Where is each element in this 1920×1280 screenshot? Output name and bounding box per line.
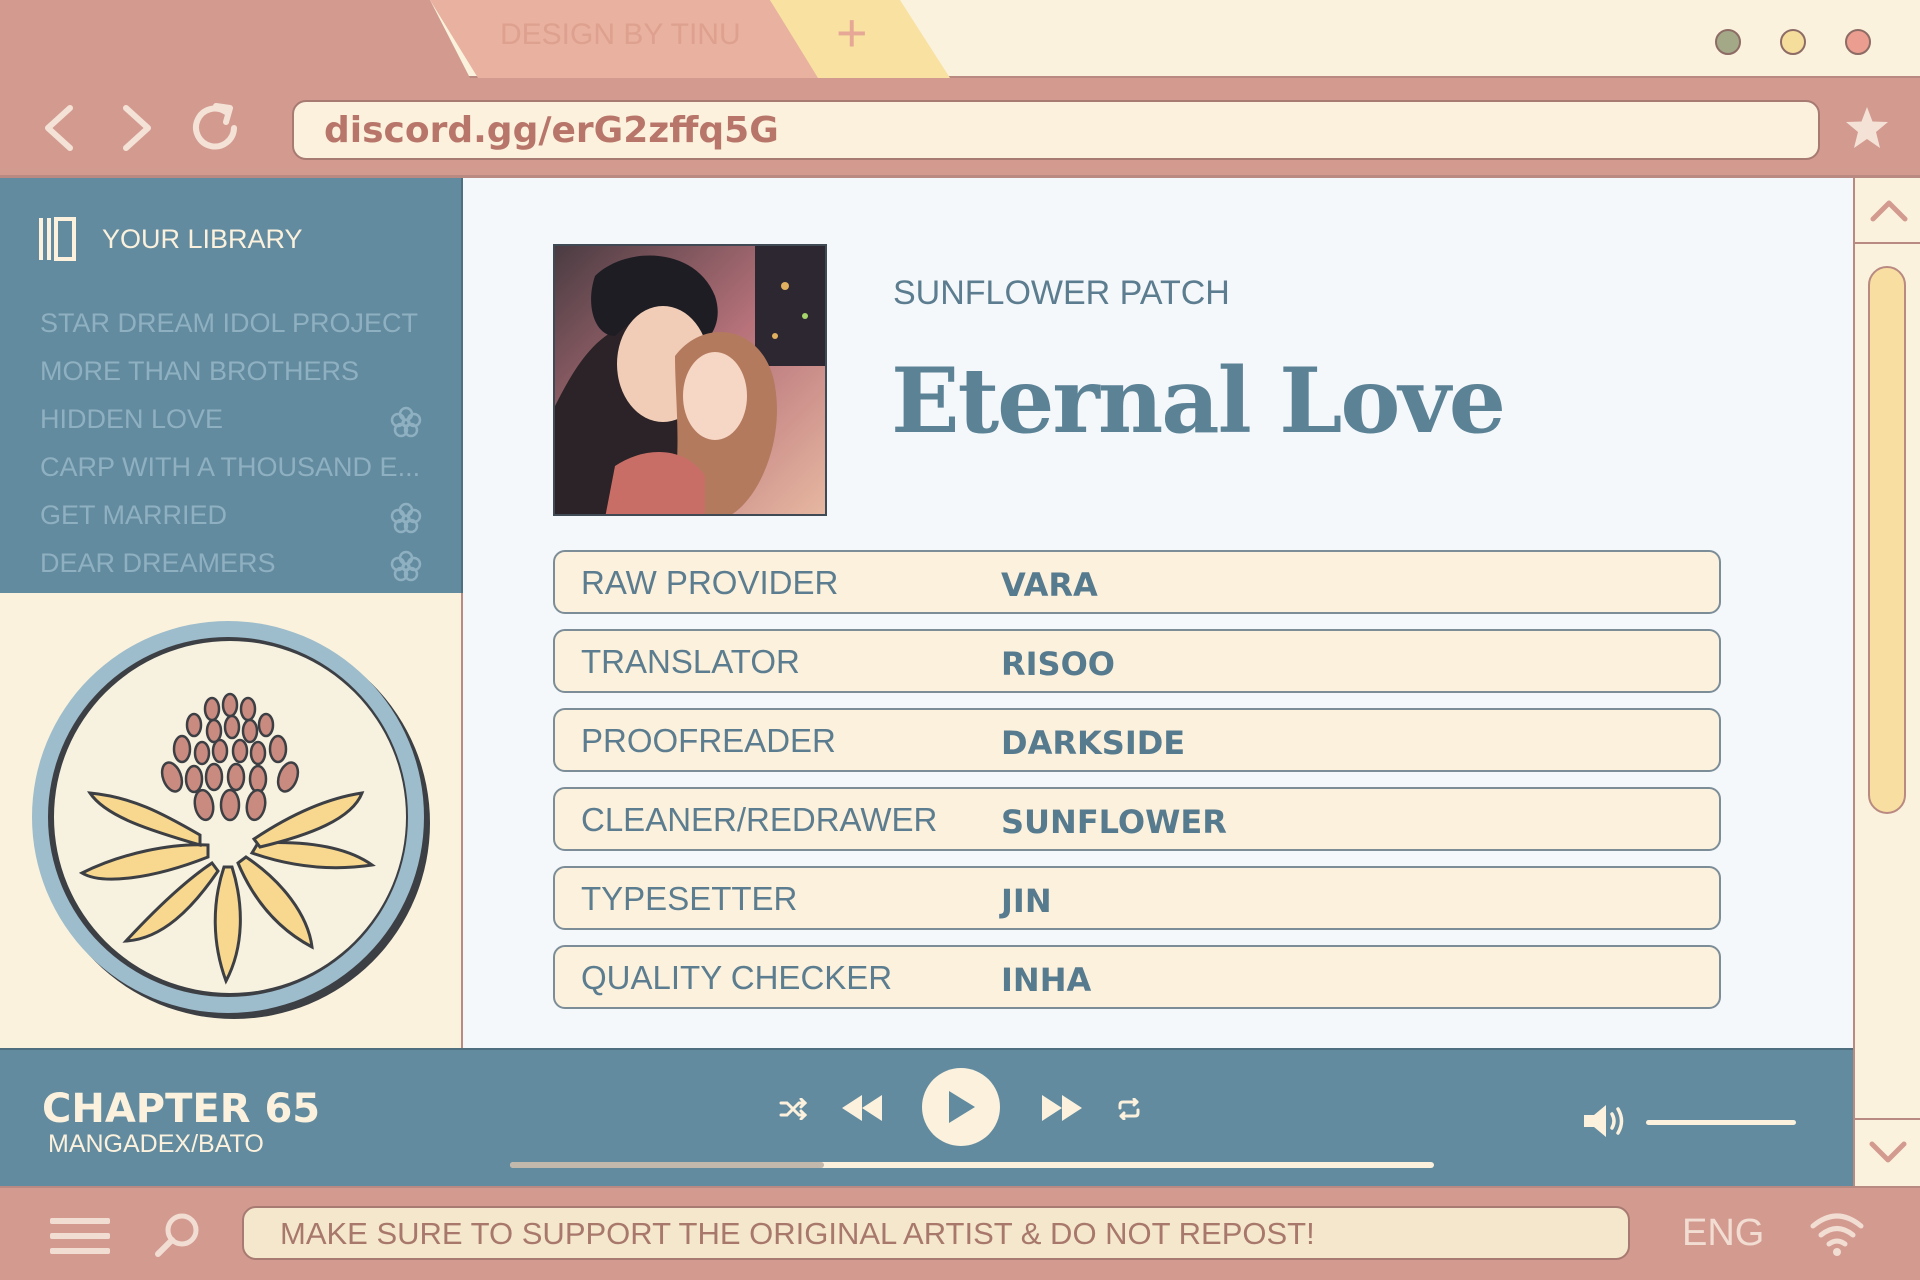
chevron-right-icon: [123, 105, 151, 151]
status-bar: MAKE SURE TO SUPPORT THE ORIGINAL ARTIST…: [0, 1186, 1920, 1280]
scroll-up-button[interactable]: [1855, 178, 1920, 244]
library-item[interactable]: DEAR DREAMERS: [40, 548, 440, 588]
library-header[interactable]: YOUR LIBRARY: [38, 216, 303, 262]
flower-icon: [390, 550, 422, 582]
credit-role: PROOFREADER: [581, 722, 836, 759]
plus-icon: +: [836, 3, 868, 63]
fast-forward-icon: [1042, 1095, 1082, 1121]
repeat-button[interactable]: [1112, 1094, 1146, 1124]
chapter-label: CHAPTER 65: [42, 1086, 321, 1132]
cover-image: [553, 244, 827, 516]
wifi-indicator[interactable]: [1810, 1212, 1864, 1260]
tab-design-label: DESIGN BY TINU: [500, 18, 741, 51]
credit-name: SUNFLOWER: [1001, 803, 1227, 841]
chevron-up-icon: [1870, 200, 1907, 222]
hamburger-icon: [50, 1218, 110, 1254]
maximize-button[interactable]: [1780, 29, 1806, 55]
library-title: YOUR LIBRARY: [102, 223, 303, 254]
tab-design[interactable]: DESIGN BY TINU: [430, 0, 820, 78]
shuffle-icon: [779, 1098, 808, 1120]
credit-role: TRANSLATOR: [581, 643, 800, 680]
notice-bar: MAKE SURE TO SUPPORT THE ORIGINAL ARTIST…: [242, 1206, 1630, 1260]
play-icon: [949, 1091, 975, 1123]
volume-slider[interactable]: [1646, 1120, 1796, 1125]
library-item-label: MORE THAN BROTHERS: [40, 356, 360, 386]
main-content: SUNFLOWER PATCH Eternal Love RAW PROVIDE…: [463, 178, 1853, 1048]
scrollbar[interactable]: [1853, 178, 1920, 1048]
library-item-label: CARP WITH A THOUSAND E...: [40, 452, 421, 482]
credit-name: INHA: [1001, 961, 1092, 999]
volume-button[interactable]: [1580, 1098, 1632, 1144]
scrollbar-lower-track: [1853, 1048, 1920, 1118]
credit-role: TYPESETTER: [581, 880, 798, 917]
group-name: SUNFLOWER PATCH: [893, 274, 1230, 312]
reload-icon: [193, 103, 237, 150]
progress-fill: [510, 1162, 825, 1168]
credit-role: RAW PROVIDER: [581, 564, 839, 601]
credit-row: CLEANER/REDRAWER SUNFLOWER: [553, 787, 1721, 851]
library-panel: YOUR LIBRARY STAR DREAM IDOL PROJECT MOR…: [0, 178, 463, 593]
address-text: discord.gg/erG2zffq5G: [324, 110, 779, 151]
library-icon: [39, 217, 76, 261]
notice-text: MAKE SURE TO SUPPORT THE ORIGINAL ARTIST…: [280, 1216, 1315, 1251]
credit-row: TYPESETTER JIN: [553, 866, 1721, 930]
chevron-left-icon: [45, 105, 73, 151]
credit-row: PROOFREADER DARKSIDE: [553, 708, 1721, 772]
library-item-label: GET MARRIED: [40, 500, 228, 530]
play-button[interactable]: [922, 1068, 1000, 1146]
library-item[interactable]: HIDDEN LOVE: [40, 404, 440, 444]
progress-bar[interactable]: [510, 1162, 1434, 1168]
star-icon: [1846, 107, 1888, 148]
close-button[interactable]: [1845, 29, 1871, 55]
shuffle-button[interactable]: [776, 1094, 812, 1124]
library-item[interactable]: CARP WITH A THOUSAND E...: [40, 452, 440, 492]
library-item-label: DEAR DREAMERS: [40, 548, 276, 578]
tab-strip: DESIGN BY TINU +: [0, 0, 1920, 78]
flower-icon: [390, 502, 422, 534]
library-item[interactable]: STAR DREAM IDOL PROJECT: [40, 308, 440, 348]
library-item-label: HIDDEN LOVE: [40, 404, 224, 434]
credit-role: CLEANER/REDRAWER: [581, 801, 938, 838]
speaker-icon: [1584, 1105, 1624, 1137]
bookmark-button[interactable]: [1835, 96, 1899, 160]
source-label: MANGADEX/BATO: [48, 1130, 264, 1158]
credit-row: TRANSLATOR RISOO: [553, 629, 1721, 693]
flower-icon: [390, 406, 422, 438]
language-indicator[interactable]: ENG: [1682, 1212, 1764, 1255]
next-button[interactable]: [1038, 1088, 1086, 1128]
series-title: Eternal Love: [891, 348, 1506, 454]
credit-name: VARA: [1001, 566, 1098, 604]
navigation-bar: discord.gg/erG2zffq5G: [0, 78, 1920, 178]
back-button[interactable]: [26, 96, 90, 160]
scroll-down-button[interactable]: [1853, 1118, 1920, 1186]
search-icon: [155, 1213, 199, 1257]
previous-button[interactable]: [838, 1088, 886, 1128]
minimize-button[interactable]: [1715, 29, 1741, 55]
credit-row: RAW PROVIDER VARA: [553, 550, 1721, 614]
cover-art: [555, 246, 825, 514]
tab-blank[interactable]: [0, 0, 470, 78]
library-item[interactable]: MORE THAN BROTHERS: [40, 356, 440, 396]
logo-panel: [0, 593, 463, 1048]
credit-name: JIN: [1001, 882, 1052, 920]
library-item-label: STAR DREAM IDOL PROJECT: [40, 308, 419, 338]
reload-button[interactable]: [184, 96, 248, 160]
address-bar[interactable]: discord.gg/erG2zffq5G: [292, 100, 1820, 160]
credit-role: QUALITY CHECKER: [581, 959, 893, 996]
menu-button[interactable]: [50, 1216, 110, 1260]
chevron-down-icon: [1869, 1141, 1906, 1163]
wifi-icon: [1810, 1213, 1864, 1256]
repeat-icon: [1118, 1098, 1140, 1120]
player-bar: CHAPTER 65 MANGADEX/BATO: [0, 1048, 1853, 1186]
search-button[interactable]: [154, 1210, 202, 1262]
library-item[interactable]: GET MARRIED: [40, 500, 440, 540]
sunflower-logo: [32, 621, 430, 1019]
credit-name: DARKSIDE: [1001, 724, 1186, 762]
forward-button[interactable]: [106, 96, 170, 160]
scroll-thumb[interactable]: [1868, 266, 1906, 814]
credit-name: RISOO: [1001, 645, 1115, 683]
credit-row: QUALITY CHECKER INHA: [553, 945, 1721, 1009]
rewind-icon: [842, 1095, 882, 1121]
